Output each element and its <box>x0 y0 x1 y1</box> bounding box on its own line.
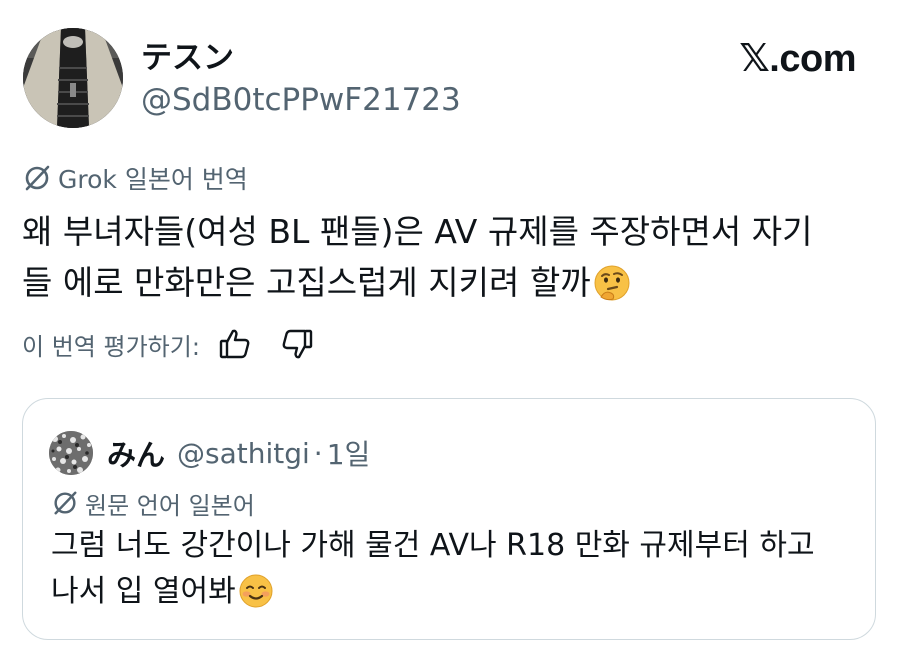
quoted-tweet-card[interactable]: みん @sathitgi · 1일 원문 언어 일본어 그럼 너도 강간이나 가… <box>22 398 876 640</box>
header-separator: · <box>313 436 323 470</box>
smiling-face-icon <box>238 573 274 623</box>
quoted-tweet-header: みん @sathitgi · 1일 <box>107 433 370 473</box>
quoted-tweet-text: 그럼 너도 강간이나 가해 물건 AV나 R18 만화 규제부터 하고 나서 입… <box>51 523 861 623</box>
original-language-text: 원문 언어 일본어 <box>85 491 255 520</box>
translation-label-text: Grok 일본어 번역 <box>58 165 248 194</box>
quoted-text-line: 그럼 너도 강간이나 가해 물건 AV나 R18 만화 규제부터 하고 <box>51 528 815 563</box>
quoted-author-avatar[interactable] <box>49 431 93 475</box>
grok-slash-icon <box>22 163 52 193</box>
quoted-author-handle[interactable]: @sathitgi <box>177 437 310 470</box>
x-logo: 𝕏.com <box>739 38 856 80</box>
speckled-avatar-image <box>49 431 93 475</box>
tweet-text-line-2: 들 에로 만화만은 고집스럽게 지키려 할까 <box>22 257 882 316</box>
author-avatar[interactable] <box>23 28 123 128</box>
tweet-text: 왜 부녀자들(여성 BL 팬들)은 AV 규제를 주장하면서 자기 들 에로 만… <box>22 206 882 316</box>
translation-label: Grok 일본어 번역 <box>22 160 248 196</box>
quoted-text-line-2: 나서 입 열어봐 <box>51 569 861 623</box>
quoted-timestamp[interactable]: 1일 <box>327 433 371 473</box>
quoted-text-line: 나서 입 열어봐 <box>51 574 236 609</box>
stairway-photo <box>23 28 123 128</box>
rate-translation-row: 이 번역 평가하기: <box>22 326 314 362</box>
tweet-text-line: 왜 부녀자들(여성 BL 팬들)은 AV 규제를 주장하면서 자기 <box>22 212 813 251</box>
thumbs-down-icon[interactable] <box>280 327 314 361</box>
original-language-label: 원문 언어 일본어 <box>51 487 255 520</box>
grok-slash-icon <box>51 489 79 517</box>
quoted-author-name[interactable]: みん <box>107 432 165 474</box>
thumbs-up-icon[interactable] <box>218 327 252 361</box>
rate-translation-label: 이 번역 평가하기: <box>22 332 200 361</box>
thinking-face-icon <box>593 264 631 316</box>
tweet-text-line: 들 에로 만화만은 고집스럽게 지키려 할까 <box>22 263 591 302</box>
author-handle[interactable]: @SdB0tcPPwF21723 <box>141 80 461 120</box>
author-display-name[interactable]: テスン <box>141 38 234 78</box>
